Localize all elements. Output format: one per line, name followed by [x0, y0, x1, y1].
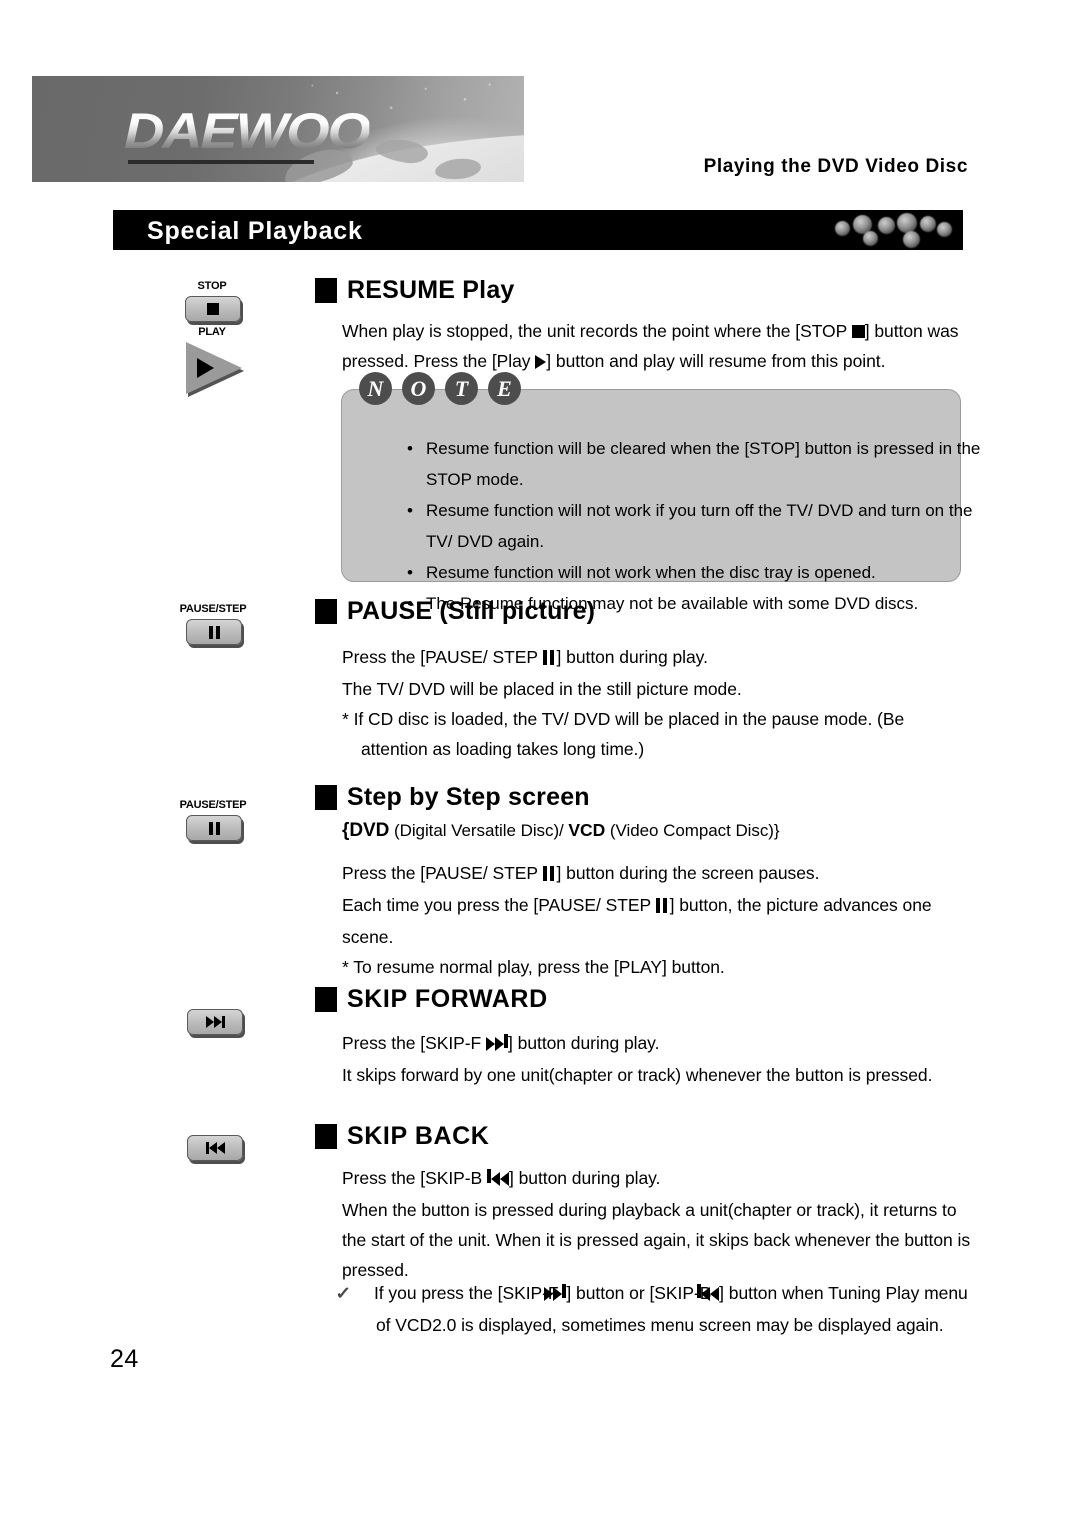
stop-key[interactable]: [185, 296, 241, 322]
resume-body: When play is stopped, the unit records t…: [342, 316, 962, 376]
note-bullet-list: Resume function will be cleared when the…: [363, 433, 983, 619]
heading-text: Step by Step screen: [347, 783, 590, 811]
pause-line1-a: Press the [PAUSE/ STEP: [342, 647, 543, 667]
heading-resume-play: RESUME Play: [315, 276, 515, 305]
skip-forward-icon: [486, 1030, 509, 1060]
pause-icon: [542, 644, 557, 674]
heading-skip-back: SKIP BACK: [315, 1122, 489, 1151]
step-line2-a: Each time you press the [PAUSE/ STEP: [342, 895, 656, 915]
note-badge: N O T E: [359, 372, 521, 405]
step-line3: * To resume normal play, press the [PLAY…: [342, 957, 725, 977]
daewoo-brand-banner: DAEWOO: [32, 76, 524, 182]
skipf-line2: It skips forward by one unit(chapter or …: [342, 1065, 933, 1085]
play-key-label: PLAY: [198, 326, 226, 338]
note-letter-t: T: [445, 372, 478, 405]
note-letter-n: N: [359, 372, 392, 405]
step-line1-a: Press the [PAUSE/ STEP: [342, 863, 543, 883]
skip-back-icon: [487, 1165, 509, 1195]
skip-back-icon: [205, 1142, 225, 1154]
step-line1-b: ] button during the screen pauses.: [556, 863, 820, 883]
note-item: Resume function will not work if you tur…: [403, 495, 983, 557]
running-head: Playing the DVD Video Disc: [703, 156, 968, 177]
skipf-line1-b: ] button during play.: [508, 1033, 660, 1053]
bullet-square-icon: [315, 599, 337, 624]
resume-line2-b: ] button and play will resume from this …: [546, 351, 886, 371]
play-icon: [535, 355, 547, 369]
skipf-line1-a: Press the [SKIP-F: [342, 1033, 487, 1053]
bullet-square-icon: [315, 278, 337, 303]
resume-line1-a: When play is stopped, the unit records t…: [342, 321, 852, 341]
stop-icon: [207, 303, 219, 315]
heading-skip-forward: SKIP FORWARD: [315, 985, 548, 1014]
bullet-square-icon: [315, 1124, 337, 1149]
checknote-b: ] button or [SKIP-B: [566, 1283, 717, 1303]
pause-step-key-1[interactable]: [186, 619, 242, 645]
heading-text: RESUME Play: [347, 276, 515, 304]
pause-step-key-2[interactable]: [186, 815, 242, 841]
skip-back-key[interactable]: [187, 1135, 243, 1161]
check-icon: ✓: [335, 1283, 352, 1303]
heading-step-by-step: Step by Step screen: [315, 783, 590, 812]
decorative-dots: [827, 210, 957, 250]
pause-icon: [655, 892, 670, 922]
pause-line3: * If CD disc is loaded, the TV/ DVD will…: [342, 709, 905, 759]
pause-step-key-label-1: PAUSE/STEP: [179, 603, 247, 615]
pause-icon: [208, 625, 220, 639]
wordmark-underline: [128, 160, 314, 164]
play-icon: [197, 358, 214, 378]
stop-key-label: STOP: [197, 280, 227, 292]
pause-icon: [208, 821, 220, 835]
stop-icon: [851, 325, 865, 338]
heading-pause: PAUSE (Still picture): [315, 597, 595, 626]
skip-forward-body: Press the [SKIP-F ] button during play. …: [342, 1028, 982, 1090]
bullet-square-icon: [315, 987, 337, 1012]
skip-back-body: Press the [SKIP-B ] button during play. …: [342, 1163, 972, 1285]
chapter-title-bar: Special Playback: [113, 210, 963, 250]
pause-step-key-label-2: PAUSE/STEP: [179, 799, 247, 811]
bullet-square-icon: [315, 785, 337, 810]
skip-back-checknote: ✓ If you press the [SKIP-F ] button or [S…: [335, 1278, 977, 1340]
pause-line2: The TV/ DVD will be placed in the still …: [342, 679, 742, 699]
skip-forward-icon: [205, 1016, 225, 1028]
pause-body: Press the [PAUSE/ STEP ] button during p…: [342, 642, 962, 764]
skipb-line1-a: Press the [SKIP-B: [342, 1168, 487, 1188]
skipb-line1-b: ] button during play.: [509, 1168, 661, 1188]
heading-text: SKIP BACK: [347, 1122, 490, 1150]
heading-text: PAUSE (Still picture): [347, 597, 596, 625]
page-title: Special Playback: [147, 217, 363, 245]
format-vcd-expansion: (Video Compact Disc)}: [605, 821, 780, 840]
note-letter-e: E: [488, 372, 521, 405]
format-dvd-expansion: (Digital Versatile Disc)/: [389, 821, 569, 840]
step-formats: {DVD (Digital Versatile Disc)/ VCD (Vide…: [342, 815, 962, 846]
format-dvd: {DVD: [342, 820, 390, 841]
resume-line1-b: ] button was: [864, 321, 959, 341]
note-item: Resume function will be cleared when the…: [403, 433, 983, 495]
page-number: 24: [110, 1345, 139, 1373]
step-body: Press the [PAUSE/ STEP ] button during t…: [342, 858, 982, 982]
heading-text: SKIP FORWARD: [347, 985, 548, 1013]
play-key[interactable]: [186, 342, 242, 394]
resume-line2-a: pressed. Press the [Play: [342, 351, 536, 371]
skipb-line2: When the button is pressed during playba…: [342, 1200, 971, 1280]
skip-forward-key[interactable]: [187, 1009, 243, 1035]
pause-line1-b: ] button during play.: [556, 647, 708, 667]
checknote-a: If you press the [SKIP-F: [374, 1283, 564, 1303]
note-item: Resume function will not work when the d…: [403, 557, 983, 588]
note-letter-o: O: [402, 372, 435, 405]
format-vcd: VCD: [568, 820, 606, 840]
daewoo-wordmark: DAEWOO: [124, 103, 371, 159]
pause-icon: [542, 860, 557, 890]
